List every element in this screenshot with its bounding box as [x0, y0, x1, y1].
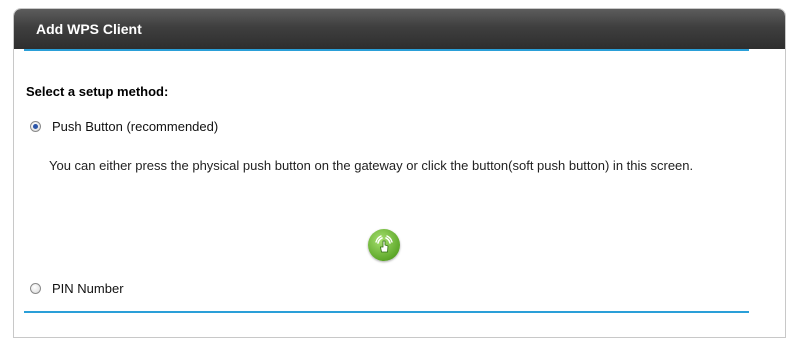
pin-number-radio[interactable]: [30, 283, 41, 294]
push-button-label: Push Button (recommended): [52, 119, 219, 134]
setup-method-heading: Select a setup method:: [26, 84, 169, 99]
panel-title: Add WPS Client: [14, 9, 785, 49]
push-button-radio[interactable]: [30, 121, 41, 132]
wps-push-button-icon: [375, 235, 393, 253]
pin-number-label: PIN Number: [52, 281, 124, 296]
option-pin-number[interactable]: PIN Number: [30, 281, 124, 296]
option-push-button[interactable]: Push Button (recommended): [30, 119, 218, 134]
divider-top: [24, 49, 749, 51]
wps-soft-push-button[interactable]: [368, 229, 400, 261]
divider-bottom: [24, 311, 749, 313]
push-button-description: You can either press the physical push b…: [49, 158, 694, 173]
